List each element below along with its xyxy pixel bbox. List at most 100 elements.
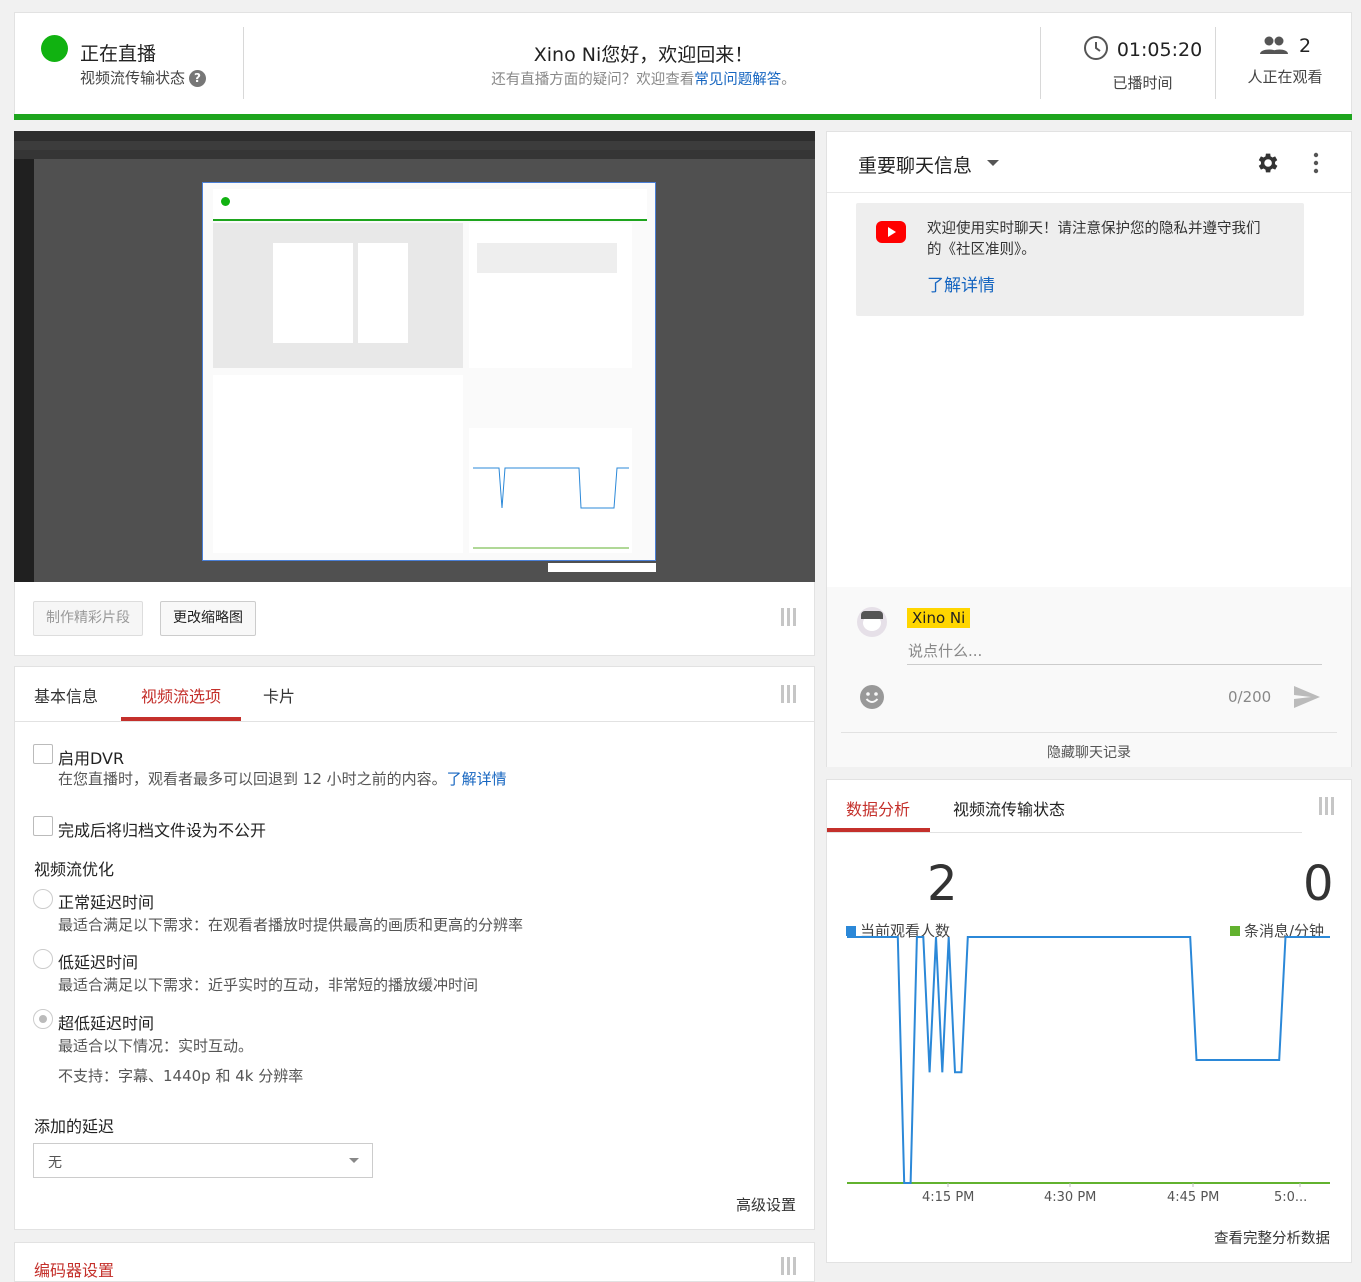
dvr-desc-text: 在您直播时，观看者最多可以回退到 12 小时之前的内容。 [58, 770, 447, 788]
ultra-low-latency-desc: 最适合以下情况：实时互动。 [58, 1037, 254, 1055]
tab-analytics[interactable]: 数据分析 [846, 796, 910, 820]
stream-status-label: 视频流传输状态? [80, 67, 207, 88]
archive-private-checkbox[interactable] [33, 816, 53, 836]
dvr-label: 启用DVR [58, 749, 125, 768]
stream-preview[interactable] [14, 131, 815, 582]
encoder-settings-title[interactable]: 编码器设置 [34, 1257, 114, 1281]
gear-icon[interactable] [1254, 150, 1280, 176]
welcome-title: Xino Ni您好，欢迎回来！ [533, 44, 754, 66]
clock-icon [1083, 35, 1109, 66]
clip-button[interactable]: 制作精彩片段 [33, 601, 143, 636]
emoji-icon[interactable] [859, 684, 885, 710]
dvr-learn-more-link[interactable]: 了解详情 [447, 770, 507, 788]
ultra-low-latency-limits: 不支持：字幕、1440p 和 4k 分辨率 [58, 1067, 304, 1085]
tab-divider [827, 832, 1302, 833]
capture-toolbar [548, 563, 656, 572]
stream-status-text: 视频流传输状态 [80, 69, 186, 87]
live-status-header: 正在直播 视频流传输状态? Xino Ni您好，欢迎回来！ 还有直播方面的疑问？… [14, 12, 1352, 120]
added-delay-select[interactable]: 无 [33, 1143, 373, 1178]
divider [243, 27, 244, 99]
nested-settings [213, 375, 463, 553]
low-latency-desc: 最适合满足以下需求：近乎实时的互动，非常短的播放缓冲时间 [58, 976, 479, 994]
stream-settings-card: 基本信息 视频流选项 卡片 启用DVR 在您直播时，观看者最多可以回退到 12 … [14, 666, 815, 1230]
chevron-down-icon[interactable] [987, 160, 999, 166]
chat-title[interactable]: 重要聊天信息 [858, 151, 972, 178]
live-status-bar [14, 114, 1352, 120]
faq-link[interactable]: 常见问题解答 [694, 72, 781, 88]
chat-input-underline [907, 664, 1322, 665]
more-vert-icon[interactable] [1313, 152, 1319, 174]
normal-latency-label: 正常延迟时间 [58, 893, 155, 912]
browser-toolbar [14, 141, 815, 150]
tab-divider [15, 721, 814, 722]
chat-header-divider [827, 192, 1351, 193]
tab-stream-health[interactable]: 视频流传输状态 [953, 796, 1065, 820]
nested-capture [202, 182, 656, 561]
added-delay-title: 添加的延迟 [34, 1117, 115, 1136]
optimization-title: 视频流优化 [34, 860, 115, 879]
tab-stream-options[interactable]: 视频流选项 [141, 683, 221, 707]
drag-handle-icon[interactable] [781, 1257, 797, 1275]
youtube-icon [876, 221, 906, 243]
drag-handle-icon[interactable] [1319, 797, 1335, 815]
browser-sidebar [14, 159, 34, 582]
x-tick-label: 4:30 PM [1044, 1190, 1097, 1205]
avatar [857, 607, 887, 637]
advanced-settings-link[interactable]: 高级设置 [736, 1194, 796, 1215]
elapsed-time-stat: 01:05:20 已播时间 [1055, 35, 1230, 93]
welcome-subtitle: 还有直播方面的疑问？欢迎查看常见问题解答。 [245, 68, 1042, 89]
x-tick-label: 5:0... [1274, 1190, 1308, 1205]
nested-analytics [469, 428, 632, 553]
drag-handle-icon[interactable] [781, 685, 797, 703]
chat-footer-divider [841, 732, 1337, 733]
analytics-line-chart [847, 936, 1330, 1187]
change-thumbnail-button[interactable]: 更改缩略图 [160, 601, 256, 636]
normal-latency-radio[interactable] [33, 889, 53, 909]
live-title: 正在直播 [80, 43, 157, 65]
nested-live-dot [221, 197, 230, 206]
nested-chat [469, 223, 632, 368]
preview-actions-card: 制作精彩片段 更改缩略图 [14, 582, 815, 656]
viewers-label: 人正在观看 [1247, 68, 1323, 86]
elapsed-time: 01:05:20 [1116, 39, 1203, 61]
x-tick-label: 4:45 PM [1167, 1190, 1220, 1205]
avatar-hair [861, 611, 883, 619]
chat-message-input[interactable]: 说点什么... [908, 640, 982, 661]
help-icon[interactable]: ? [189, 70, 207, 87]
ultra-low-latency-label: 超低延迟时间 [58, 1014, 155, 1033]
dvr-checkbox[interactable] [33, 744, 53, 764]
divider [1040, 27, 1041, 99]
series-line-0 [847, 936, 1330, 1184]
nested-window-a [273, 243, 353, 343]
welcome-sub-text: 还有直播方面的疑问？欢迎查看 [491, 72, 695, 88]
low-latency-radio[interactable] [33, 949, 53, 969]
ultra-low-latency-radio[interactable] [33, 1009, 53, 1029]
x-tick-label: 4:15 PM [922, 1190, 975, 1205]
tab-basic-info[interactable]: 基本信息 [34, 683, 98, 707]
tab-cards[interactable]: 卡片 [263, 683, 295, 707]
nested-chart [473, 467, 629, 549]
nested-chat-notice [477, 243, 617, 273]
chevron-down-icon [349, 1158, 359, 1163]
browser-bookmarks [14, 150, 815, 159]
current-viewers-value: 2 [927, 856, 958, 912]
viewers-stat: 2 人正在观看 [1220, 35, 1350, 87]
chat-notice-line2: 的《社区准则》。 [927, 242, 1036, 258]
send-icon[interactable] [1293, 685, 1321, 709]
hide-chat-button[interactable]: 隐藏聊天记录 [827, 742, 1351, 762]
divider [1215, 27, 1216, 99]
encoder-settings-card: 编码器设置 [14, 1242, 815, 1282]
low-latency-label: 低延迟时间 [58, 953, 139, 972]
normal-latency-desc: 最适合满足以下需求：在观看者播放时提供最高的画质和更高的分辨率 [58, 916, 524, 934]
dvr-description: 在您直播时，观看者最多可以回退到 12 小时之前的内容。了解详情 [58, 768, 507, 789]
full-analytics-link[interactable]: 查看完整分析数据 [1214, 1227, 1330, 1248]
drag-handle-icon[interactable] [781, 608, 797, 626]
analytics-card: 数据分析 视频流传输状态 2 当前观看人数 0 条消息/分钟 查看完整分析数据 … [826, 779, 1352, 1263]
chat-learn-more-link[interactable]: 了解详情 [927, 271, 995, 296]
chat-welcome-notice: 欢迎使用实时聊天！请注意保护您的隐私并遵守我们 的《社区准则》。 了解详情 [856, 203, 1304, 316]
nested-status-bar [213, 219, 647, 221]
messages-per-min-value: 0 [1303, 856, 1334, 912]
nested-header [213, 189, 647, 219]
added-delay-value: 无 [48, 1155, 62, 1171]
welcome-sub-suffix: 。 [781, 72, 796, 88]
